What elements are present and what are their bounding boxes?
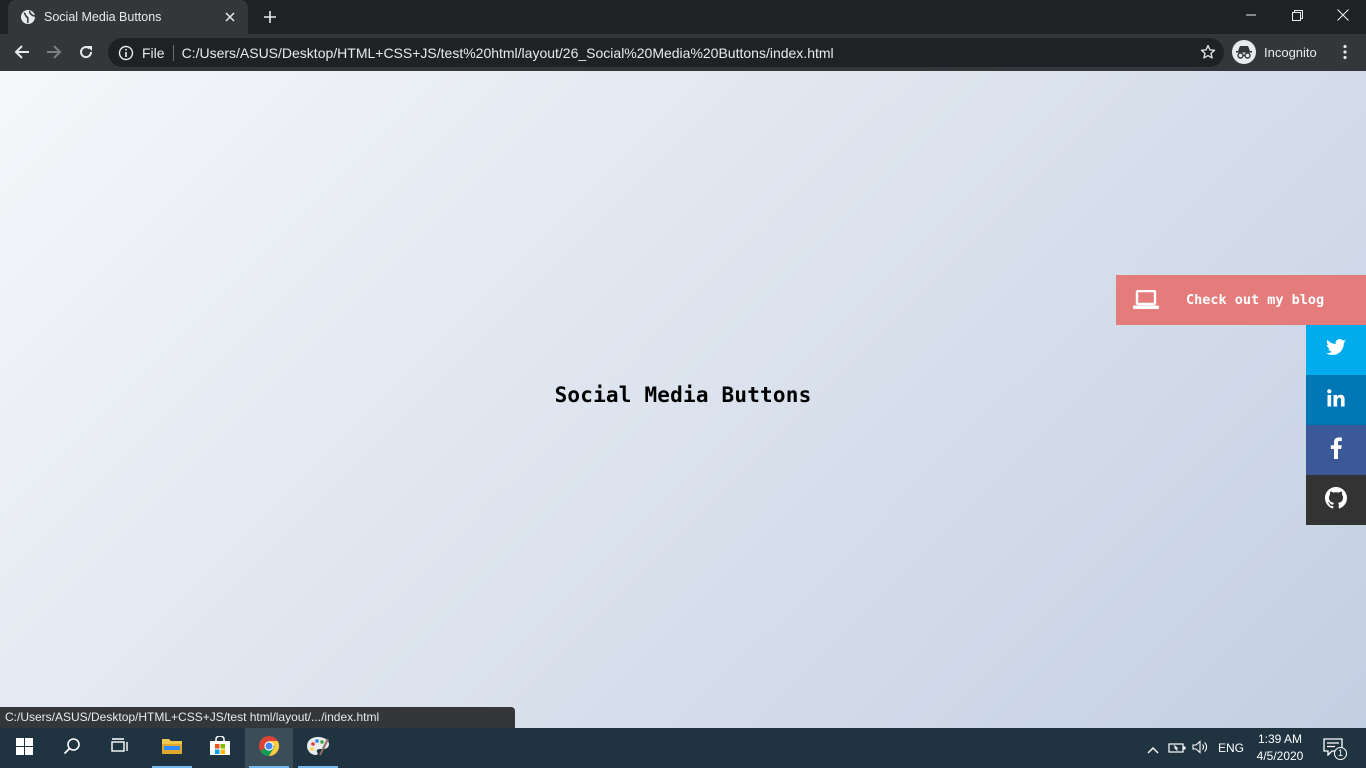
file-explorer-icon [161, 737, 183, 759]
language-indicator[interactable]: ENG [1214, 728, 1248, 768]
search-button[interactable] [48, 728, 96, 768]
battery-tray-button[interactable] [1166, 728, 1188, 768]
tab-title: Social Media Buttons [44, 10, 162, 24]
github-button[interactable] [1306, 475, 1366, 525]
language-label: ENG [1217, 741, 1244, 755]
omnibox-separator [172, 44, 174, 61]
info-icon[interactable] [118, 45, 134, 61]
blog-button-label: Check out my blog [1186, 292, 1325, 308]
task-view-button[interactable] [96, 728, 144, 768]
url-text[interactable]: C:/Users/ASUS/Desktop/HTML+CSS+JS/test%2… [182, 45, 834, 61]
file-explorer-button[interactable] [148, 728, 196, 768]
windows-taskbar: ENG 1:39 AM 4/5/2020 1 [0, 728, 1366, 768]
globe-icon [20, 9, 36, 25]
notification-count-badge: 1 [1334, 747, 1347, 760]
address-bar[interactable]: File C:/Users/ASUS/Desktop/HTML+CSS+JS/t… [108, 38, 1224, 67]
blog-button[interactable]: Check out my blog [1116, 275, 1366, 325]
clock-date: 4/5/2020 [1256, 749, 1304, 763]
notification-icon: 1 [1323, 738, 1347, 760]
clock-time: 1:39 AM [1257, 732, 1303, 746]
paint-icon [306, 735, 330, 761]
laptop-icon [1116, 275, 1176, 325]
social-panel: Check out my blog [1116, 275, 1366, 525]
forward-button[interactable] [40, 38, 68, 66]
chevron-up-icon [1147, 739, 1159, 758]
reload-button[interactable] [72, 38, 100, 66]
linkedin-button[interactable] [1306, 375, 1366, 425]
url-scheme: File [142, 44, 165, 61]
start-button[interactable] [0, 728, 48, 768]
twitter-icon [1325, 339, 1347, 361]
minimize-button[interactable] [1228, 0, 1274, 30]
battery-icon [1168, 739, 1186, 758]
browser-menu-button[interactable] [1333, 40, 1357, 64]
page-viewport: Social Media Buttons Check out my blog C… [0, 71, 1366, 728]
volume-tray-button[interactable] [1190, 728, 1212, 768]
link-status-bubble: C:/Users/ASUS/Desktop/HTML+CSS+JS/test h… [0, 707, 515, 728]
incognito-label: Incognito [1264, 44, 1317, 60]
close-window-button[interactable] [1320, 0, 1366, 30]
speaker-icon [1192, 739, 1210, 758]
close-tab-icon[interactable] [222, 9, 238, 25]
browser-toolbar: File C:/Users/ASUS/Desktop/HTML+CSS+JS/t… [0, 34, 1366, 71]
bookmark-star-icon[interactable] [1200, 44, 1216, 60]
twitter-button[interactable] [1306, 325, 1366, 375]
chrome-button[interactable] [245, 728, 293, 768]
chrome-icon [258, 735, 280, 761]
linkedin-icon [1327, 389, 1345, 411]
browser-tab-strip: Social Media Buttons [0, 0, 1366, 34]
facebook-button[interactable] [1306, 425, 1366, 475]
store-button[interactable] [196, 728, 244, 768]
store-icon [209, 735, 231, 760]
incognito-indicator[interactable]: Incognito [1232, 39, 1317, 65]
action-center-button[interactable]: 1 [1318, 728, 1350, 768]
task-view-icon [110, 738, 130, 758]
browser-tab[interactable]: Social Media Buttons [8, 0, 248, 34]
back-button[interactable] [8, 38, 36, 66]
system-clock[interactable]: 1:39 AM 4/5/2020 [1248, 731, 1312, 765]
new-tab-button[interactable] [258, 6, 282, 28]
restore-button[interactable] [1274, 0, 1320, 30]
start-icon [15, 737, 33, 759]
incognito-icon [1232, 40, 1256, 64]
search-icon [63, 737, 81, 759]
facebook-icon [1330, 437, 1342, 463]
show-hidden-icons-button[interactable] [1142, 728, 1164, 768]
github-icon [1325, 487, 1347, 513]
paint-button[interactable] [294, 728, 342, 768]
